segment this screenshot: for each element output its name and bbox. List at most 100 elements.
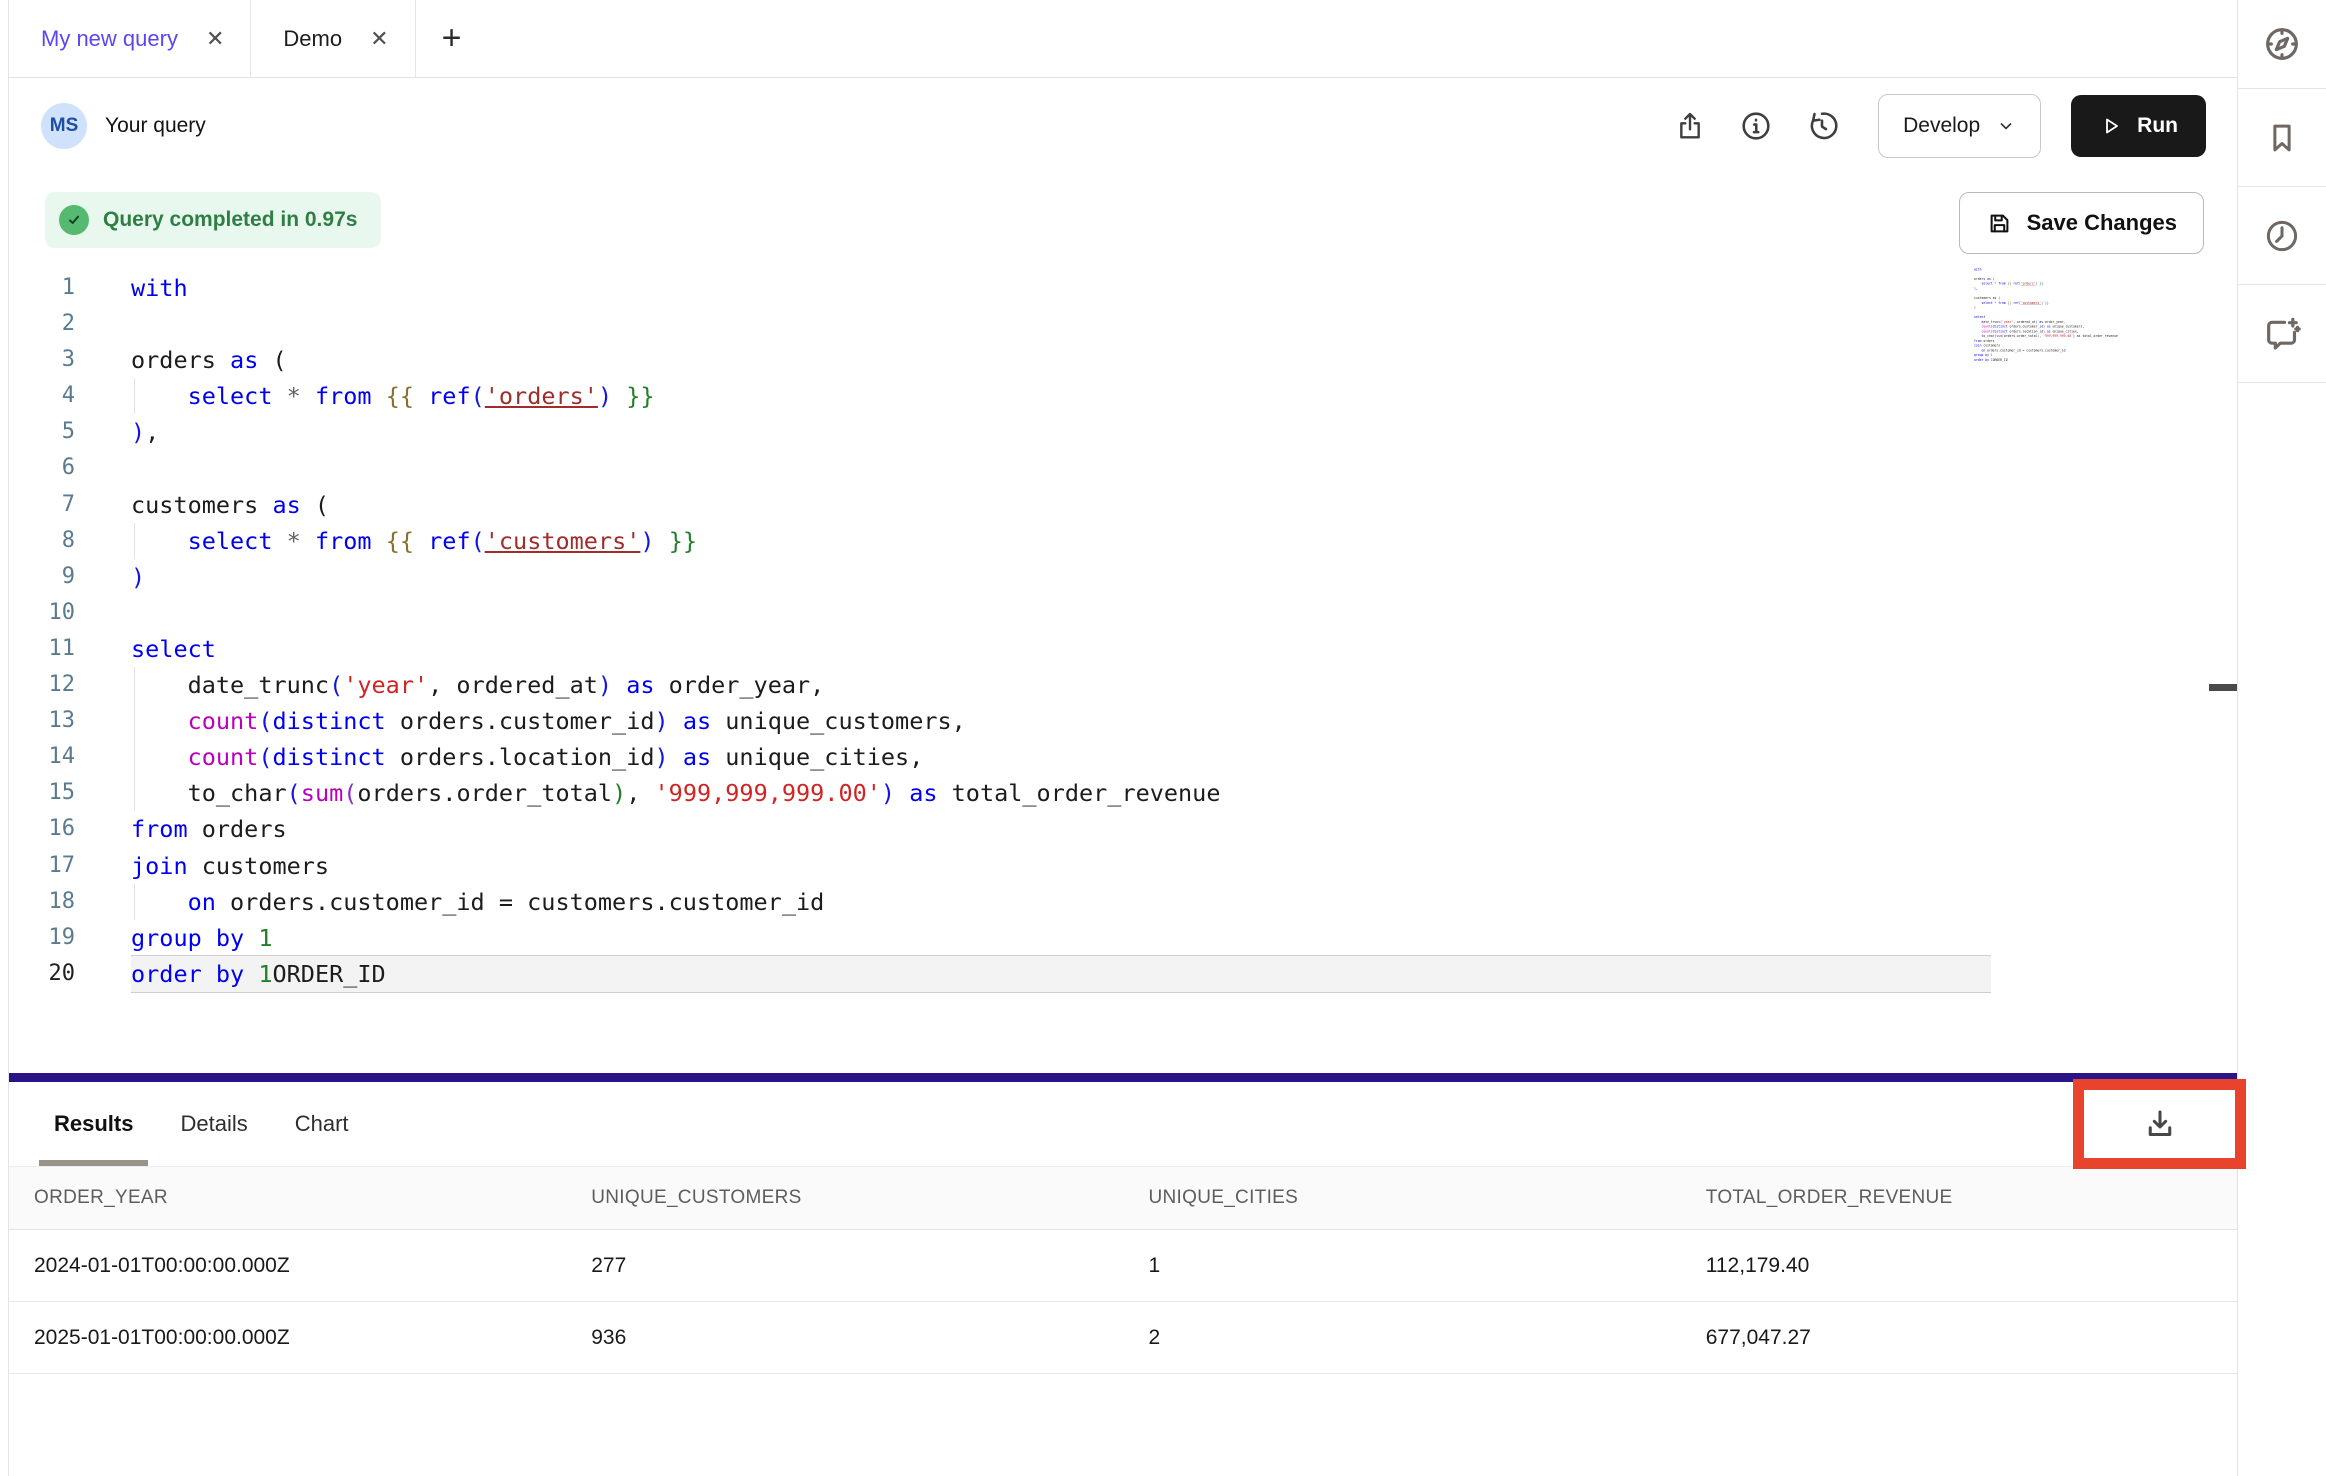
download-icon xyxy=(2142,1106,2178,1142)
line-number: 7 xyxy=(9,487,75,523)
scroll-indicator xyxy=(2209,684,2239,691)
code-line[interactable]: ) xyxy=(131,559,1991,595)
code-line[interactable] xyxy=(131,595,1991,631)
code-line[interactable]: customers as ( xyxy=(131,487,1991,523)
panel-divider[interactable] xyxy=(9,1073,2238,1082)
run-label: Run xyxy=(2137,114,2178,138)
code-line[interactable]: count(distinct orders.location_id) as un… xyxy=(131,739,1991,775)
code-editor[interactable]: Query completed in 0.97s Save Changes 12… xyxy=(9,172,2238,1073)
check-icon xyxy=(59,205,89,235)
results-panel: Results Details Chart ORDER_YEARUNIQUE_CUS… xyxy=(9,1082,2238,1476)
code-line[interactable]: order by 1ORDER_ID xyxy=(131,956,1991,992)
code-line[interactable]: select xyxy=(131,631,1991,667)
code-line[interactable]: with xyxy=(131,270,1991,306)
sidebar-item-history[interactable] xyxy=(2238,187,2326,285)
table-cell: 2 xyxy=(1124,1326,1681,1350)
tab-label: Demo xyxy=(283,26,342,52)
table-row: 2024-01-01T00:00:00.000Z2771112,179.40 xyxy=(9,1230,2238,1302)
results-table: ORDER_YEARUNIQUE_CUSTOMERSUNIQUE_CITIEST… xyxy=(9,1167,2238,1374)
annotation-box xyxy=(2073,1079,2246,1169)
save-icon xyxy=(1986,210,2013,237)
save-label: Save Changes xyxy=(2027,210,2177,236)
avatar: MS xyxy=(41,103,87,149)
save-changes-button[interactable]: Save Changes xyxy=(1959,192,2204,254)
close-icon[interactable]: ✕ xyxy=(370,28,388,50)
line-number: 3 xyxy=(9,342,75,378)
code-line[interactable]: join customers xyxy=(131,848,1991,884)
download-button[interactable] xyxy=(2084,1090,2235,1158)
column-header: UNIQUE_CUSTOMERS xyxy=(566,1187,1123,1209)
sidebar xyxy=(2237,0,2326,1476)
develop-button[interactable]: Develop xyxy=(1878,94,2041,158)
plus-icon: + xyxy=(442,19,462,58)
code-line[interactable]: orders as ( xyxy=(131,342,1991,378)
line-number: 18 xyxy=(9,884,75,920)
gutter: 1234567891011121314151617181920 xyxy=(9,270,75,992)
tab-chart[interactable]: Chart xyxy=(295,1082,349,1166)
code-line[interactable]: date_trunc('year', ordered_at) as order_… xyxy=(131,667,1991,703)
line-number: 6 xyxy=(9,450,75,486)
table-cell: 936 xyxy=(566,1326,1123,1350)
chevron-down-icon xyxy=(1996,116,2016,136)
editor-tab-bar: My new query ✕ Demo ✕ + xyxy=(9,0,2238,78)
sidebar-spacer xyxy=(2238,383,2326,1476)
info-icon[interactable] xyxy=(1738,108,1774,144)
sidebar-item-assistant[interactable] xyxy=(2238,285,2326,383)
assistant-icon xyxy=(2262,314,2302,354)
line-number: 14 xyxy=(9,739,75,775)
code-line[interactable]: select * from {{ ref('orders') }} xyxy=(131,378,1991,414)
sidebar-item-explore[interactable] xyxy=(2238,0,2326,89)
history-icon[interactable] xyxy=(1804,108,1840,144)
line-number: 20 xyxy=(9,956,75,992)
sidebar-item-bookmarks[interactable] xyxy=(2238,89,2326,187)
bookmark-icon xyxy=(2263,119,2301,157)
code-line[interactable]: count(distinct orders.customer_id) as un… xyxy=(131,703,1991,739)
line-number: 15 xyxy=(9,775,75,811)
code-line[interactable]: group by 1 xyxy=(131,920,1991,956)
code-line[interactable]: order by 1ORDER_ID xyxy=(1974,358,2220,363)
line-number: 5 xyxy=(9,414,75,450)
results-tab-bar: Results Details Chart xyxy=(9,1082,2238,1167)
tab-my-new-query[interactable]: My new query ✕ xyxy=(9,0,251,77)
code-line[interactable]: to_char(sum(orders.order_total), '999,99… xyxy=(131,775,1991,811)
table-cell: 277 xyxy=(566,1254,1123,1278)
share-icon[interactable] xyxy=(1672,108,1708,144)
tab-details[interactable]: Details xyxy=(180,1082,247,1166)
clock-icon xyxy=(2263,217,2301,255)
line-number: 10 xyxy=(9,595,75,631)
main-content: My new query ✕ Demo ✕ + MS Your query xyxy=(8,0,2238,1476)
table-header-row: ORDER_YEARUNIQUE_CUSTOMERSUNIQUE_CITIEST… xyxy=(9,1167,2238,1230)
code-line[interactable]: from orders xyxy=(131,811,1991,847)
status-text: Query completed in 0.97s xyxy=(103,208,357,232)
tab-results[interactable]: Results xyxy=(54,1082,133,1166)
code-line[interactable] xyxy=(131,450,1991,486)
new-tab-button[interactable]: + xyxy=(416,0,488,77)
close-icon[interactable]: ✕ xyxy=(206,28,224,50)
tab-demo[interactable]: Demo ✕ xyxy=(251,0,415,77)
app-window: My new query ✕ Demo ✕ + MS Your query xyxy=(0,0,2326,1476)
code-line[interactable]: select * from {{ ref('customers') }} xyxy=(131,523,1991,559)
table-cell: 112,179.40 xyxy=(1681,1254,2238,1278)
minimap[interactable]: withorders as ( select * from {{ ref('or… xyxy=(1974,267,2224,377)
develop-label: Develop xyxy=(1903,114,1980,138)
code-lines[interactable]: with orders as ( select * from {{ ref('or… xyxy=(131,270,1991,992)
compass-icon xyxy=(2262,24,2302,64)
table-row: 2025-01-01T00:00:00.000Z9362677,047.27 xyxy=(9,1302,2238,1374)
line-number: 12 xyxy=(9,667,75,703)
line-number: 8 xyxy=(9,523,75,559)
code-line[interactable]: on orders.customer_id = customers.custom… xyxy=(131,884,1991,920)
line-number: 19 xyxy=(9,920,75,956)
run-button[interactable]: Run xyxy=(2071,95,2206,157)
line-number: 11 xyxy=(9,631,75,667)
column-header: ORDER_YEAR xyxy=(9,1187,566,1209)
line-number: 4 xyxy=(9,378,75,414)
code-line[interactable]: ), xyxy=(131,414,1991,450)
code-line[interactable] xyxy=(131,306,1991,342)
table-cell: 677,047.27 xyxy=(1681,1326,2238,1350)
column-header: TOTAL_ORDER_REVENUE xyxy=(1681,1187,2238,1209)
line-number: 13 xyxy=(9,703,75,739)
play-icon xyxy=(2099,114,2123,138)
status-badge: Query completed in 0.97s xyxy=(45,192,381,248)
line-number: 1 xyxy=(9,270,75,306)
line-number: 16 xyxy=(9,811,75,847)
